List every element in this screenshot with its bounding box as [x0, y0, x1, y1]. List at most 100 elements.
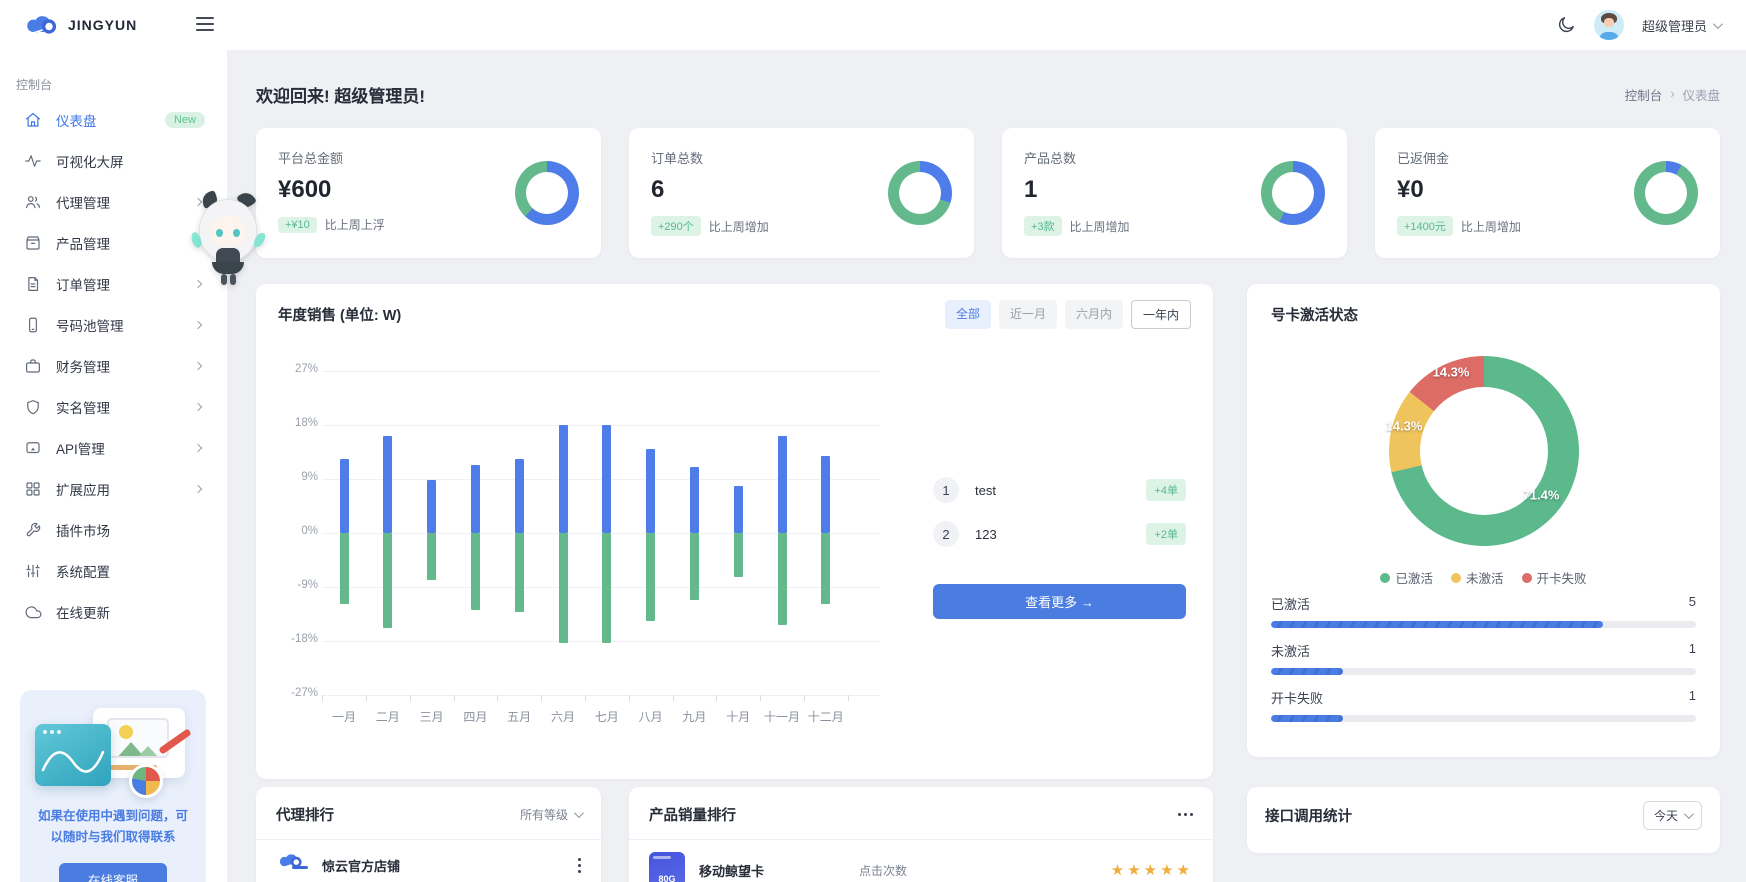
legend-item[interactable]: 未激活	[1451, 568, 1504, 587]
product-panel-menu[interactable]	[1178, 813, 1193, 816]
activation-legend: 已激活未激活开卡失败	[1247, 568, 1720, 587]
sidebar-item-phone[interactable]: 号码池管理	[0, 304, 227, 345]
x-axis-tick	[716, 695, 717, 701]
product-metric-label: 点击次数	[859, 862, 907, 879]
x-axis-tick	[760, 695, 761, 701]
y-axis-tick: -27%	[270, 687, 318, 699]
legend-dot	[1380, 573, 1390, 583]
y-axis-tick: 18%	[270, 417, 318, 429]
stat-cards-row: 平台总金额¥600+¥10比上周上浮订单总数6+290个比上周增加产品总数1+3…	[256, 128, 1720, 258]
y-axis-tick: 27%	[270, 363, 318, 375]
sidebar-item-label: 系统配置	[56, 561, 110, 581]
dark-mode-toggle-icon[interactable]	[1556, 15, 1576, 35]
progress-fill	[1271, 715, 1343, 722]
stat-donut-chart	[515, 161, 579, 225]
user-menu[interactable]: 超级管理员	[1642, 16, 1720, 35]
bar-down	[340, 533, 349, 604]
progress-track	[1271, 715, 1696, 722]
agent-level-filter[interactable]: 所有等级	[520, 806, 581, 823]
chevron-down-icon	[574, 808, 584, 818]
sidebar-item-cloud[interactable]: 在线更新	[0, 591, 227, 632]
bar-down	[559, 533, 568, 643]
product-row: 80G 移动鲸望卡 点击次数 ★★★★★	[629, 840, 1213, 882]
breadcrumb-dashboard[interactable]: 仪表盘	[1682, 85, 1720, 104]
dashboard-page: JINGYUN 超级管理员 控制台 仪表盘New可视化大屏代理管理产品管理订单管…	[0, 0, 1746, 882]
sidebar-item-grid[interactable]: 扩展应用	[0, 468, 227, 509]
chevron-down-icon	[1713, 19, 1723, 29]
sidebar-item-wrench[interactable]: 插件市场	[0, 509, 227, 550]
sidebar-item-home[interactable]: 仪表盘New	[0, 99, 227, 140]
sidebar-item-label: 插件市场	[56, 520, 110, 540]
grid-icon	[24, 480, 42, 498]
progress-track	[1271, 668, 1696, 675]
stat-card-0: 平台总金额¥600+¥10比上周上浮	[256, 128, 601, 258]
rank-name: 123	[975, 527, 997, 542]
bar-up	[734, 486, 743, 533]
agent-row-menu[interactable]	[578, 858, 581, 873]
activation-title: 号卡激活状态	[1271, 304, 1696, 325]
sidebar-item-label: 订单管理	[56, 274, 110, 294]
sidebar-item-briefcase[interactable]: 财务管理	[0, 345, 227, 386]
bar-up	[646, 449, 655, 533]
legend-item[interactable]: 开卡失败	[1522, 568, 1587, 587]
bar-up	[340, 459, 349, 533]
legend-dot	[1451, 573, 1461, 583]
stat-donut-chart	[1634, 161, 1698, 225]
sidebar-item-api[interactable]: API管理	[0, 427, 227, 468]
agent-ranking-panel: 代理排行 所有等级 惊云官方店铺	[256, 787, 601, 882]
phone-icon	[24, 316, 42, 334]
shield-icon	[24, 398, 42, 416]
bar-down	[821, 533, 830, 604]
home-icon	[24, 111, 42, 129]
x-axis-label: 十二月	[796, 708, 856, 725]
breadcrumb-console[interactable]: 控制台	[1625, 85, 1663, 104]
stat-delta-badge: +¥10	[278, 217, 317, 233]
product-star-rating: ★★★★★	[1111, 861, 1193, 879]
x-axis-tick	[585, 695, 586, 701]
user-avatar[interactable]	[1594, 10, 1624, 40]
y-axis-tick: -9%	[270, 579, 318, 591]
sidebar-item-sliders[interactable]: 系统配置	[0, 550, 227, 591]
sidebar-menu: 仪表盘New可视化大屏代理管理产品管理订单管理号码池管理财务管理实名管理API管…	[0, 99, 227, 632]
rank-delta-badge: +4单	[1146, 479, 1186, 501]
bar-down	[427, 533, 436, 580]
bar-down	[690, 533, 699, 600]
brand-logo[interactable]: JINGYUN	[24, 13, 137, 37]
sliders-icon	[24, 562, 42, 580]
bar-down	[383, 533, 392, 628]
annual-sales-panel: 年度销售 (单位: W) 全部近一月六月内一年内 27%18%9%0%-9%-1…	[256, 284, 1213, 779]
sidebar-item-label: 产品管理	[56, 233, 110, 253]
main-content: 欢迎回来! 超级管理员! 控制台 › 仪表盘 平台总金额¥600+¥10比上周上…	[228, 50, 1746, 882]
x-axis-tick	[629, 695, 630, 701]
progress-track	[1271, 621, 1696, 628]
stat-card-3: 已返佣金¥0+1400元比上周增加	[1375, 128, 1720, 258]
legend-item[interactable]: 已激活	[1380, 568, 1433, 587]
sidebar-toggle-button[interactable]	[196, 17, 214, 33]
ranking-row: 1test+4单	[933, 470, 1186, 510]
online-support-button[interactable]: 在线客服	[59, 863, 167, 882]
y-axis-tick: 0%	[270, 525, 318, 537]
progress-value: 5	[1689, 594, 1696, 613]
x-axis-tick	[497, 695, 498, 701]
product-name: 移动鲸望卡	[699, 861, 859, 880]
sidebar-item-label: 实名管理	[56, 397, 110, 417]
progress-label: 开卡失败	[1271, 688, 1323, 707]
sidebar-item-pulse[interactable]: 可视化大屏	[0, 140, 227, 181]
x-axis-tick	[454, 695, 455, 701]
bar-up	[427, 480, 436, 533]
view-more-button[interactable]: 查看更多 →	[933, 584, 1186, 619]
api-stats-panel: 接口调用统计 今天	[1247, 787, 1720, 853]
rank-name: test	[975, 483, 996, 498]
rank-delta-badge: +2单	[1146, 523, 1186, 545]
api-range-select[interactable]: 今天	[1643, 801, 1702, 830]
sidebar-item-label: 扩展应用	[56, 479, 110, 499]
slice-label-yellow: 14.3%	[1386, 419, 1423, 434]
y-axis-tick: -18%	[270, 633, 318, 645]
sidebar-item-shield[interactable]: 实名管理	[0, 386, 227, 427]
agent-ranking-title: 代理排行	[276, 804, 334, 825]
stat-note: 比上周上浮	[325, 216, 385, 233]
slice-label-red: 14.3%	[1433, 365, 1470, 380]
progress-label: 未激活	[1271, 641, 1310, 660]
sidebar-item-label: 财务管理	[56, 356, 110, 376]
bar-up	[515, 459, 524, 533]
